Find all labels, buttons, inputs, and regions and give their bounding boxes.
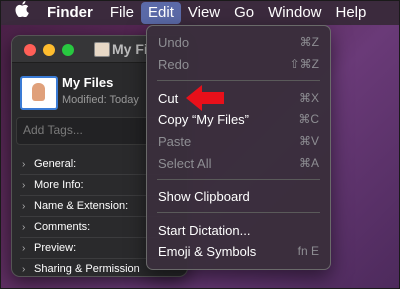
menu-item-label: Paste <box>158 134 192 149</box>
menu-item-copy[interactable]: Copy “My Files” ⌘C <box>147 109 330 130</box>
section-more-info[interactable]: › More Info: <box>22 177 84 193</box>
section-name-extension[interactable]: › Name & Extension: <box>22 198 128 214</box>
menu-view[interactable]: View <box>181 1 227 25</box>
menu-item-shortcut: ⌘C <box>298 112 319 126</box>
chevron-right-icon: › <box>22 180 26 191</box>
menu-item-paste[interactable]: Paste ⌘V <box>147 131 330 152</box>
minimize-button[interactable] <box>43 44 55 56</box>
menu-help[interactable]: Help <box>329 1 374 25</box>
edit-menu-dropdown: Undo ⌘Z Redo ⇧⌘Z Cut ⌘X Copy “My Files” … <box>146 25 331 270</box>
screen-frame: Finder File Edit View Go Window Help My … <box>0 0 400 289</box>
menu-edit[interactable]: Edit <box>141 2 181 24</box>
zoom-button[interactable] <box>62 44 74 56</box>
menu-finder[interactable]: Finder <box>43 1 103 25</box>
menu-file[interactable]: File <box>103 1 141 25</box>
menu-item-emoji-symbols[interactable]: Emoji & Symbols fn E <box>147 241 330 262</box>
section-label: Name & Extension: <box>34 200 129 212</box>
menu-item-label: Copy “My Files” <box>158 112 250 127</box>
menu-item-label: Undo <box>158 35 190 50</box>
menu-item-redo[interactable]: Redo ⇧⌘Z <box>147 54 330 75</box>
menu-separator <box>157 212 320 213</box>
menu-item-label: Select All <box>158 156 212 171</box>
menu-window[interactable]: Window <box>261 1 328 25</box>
menu-item-select-all[interactable]: Select All ⌘A <box>147 153 330 174</box>
menu-item-label: Cut <box>158 91 179 106</box>
menu-go[interactable]: Go <box>227 1 261 25</box>
menu-bar: Finder File Edit View Go Window Help <box>1 1 399 25</box>
close-button[interactable] <box>24 44 36 56</box>
menu-item-label: Show Clipboard <box>158 189 250 204</box>
section-preview[interactable]: › Preview: <box>22 240 76 256</box>
chevron-right-icon: › <box>22 243 26 254</box>
menu-item-cut[interactable]: Cut ⌘X <box>147 88 330 109</box>
section-label: Preview: <box>34 242 77 254</box>
menu-item-label: Start Dictation... <box>158 223 251 238</box>
file-thumbnail-icon <box>94 42 110 57</box>
menu-item-shortcut: ⌘Z <box>299 35 319 49</box>
modified-date: Modified: Today <box>62 94 139 106</box>
menu-item-shortcut: ⌘A <box>298 156 319 170</box>
menu-item-start-dictation[interactable]: Start Dictation... <box>147 220 330 241</box>
menu-item-shortcut: ⌘X <box>298 91 319 105</box>
section-general[interactable]: › General: <box>22 156 76 172</box>
chevron-right-icon: › <box>22 222 26 233</box>
menu-item-label: Emoji & Symbols <box>158 244 257 259</box>
chevron-right-icon: › <box>22 159 26 170</box>
menu-item-label: Redo <box>158 57 190 72</box>
section-label: More Info: <box>34 179 84 191</box>
menu-item-shortcut: ⌘V <box>298 134 319 148</box>
section-label: Comments: <box>34 221 91 233</box>
menu-separator <box>157 179 320 180</box>
section-sharing-permissions[interactable]: › Sharing & Permission <box>22 261 140 276</box>
menu-item-show-clipboard[interactable]: Show Clipboard <box>147 186 330 207</box>
section-comments[interactable]: › Comments: <box>22 219 90 235</box>
menu-item-shortcut: ⇧⌘Z <box>289 57 319 71</box>
menu-separator <box>157 80 320 81</box>
apple-logo-icon <box>15 1 29 18</box>
menu-item-undo[interactable]: Undo ⌘Z <box>147 32 330 53</box>
chevron-right-icon: › <box>22 201 26 212</box>
section-label: General: <box>34 158 77 170</box>
apple-menu[interactable] <box>1 1 43 25</box>
file-preview-icon <box>20 76 58 110</box>
section-label: Sharing & Permission <box>34 263 140 275</box>
window-title: My Fi <box>112 41 148 57</box>
file-name: My Files <box>62 75 114 90</box>
chevron-right-icon: › <box>22 264 26 275</box>
menu-item-shortcut: fn E <box>297 244 319 258</box>
annotation-arrow-icon <box>186 85 224 111</box>
